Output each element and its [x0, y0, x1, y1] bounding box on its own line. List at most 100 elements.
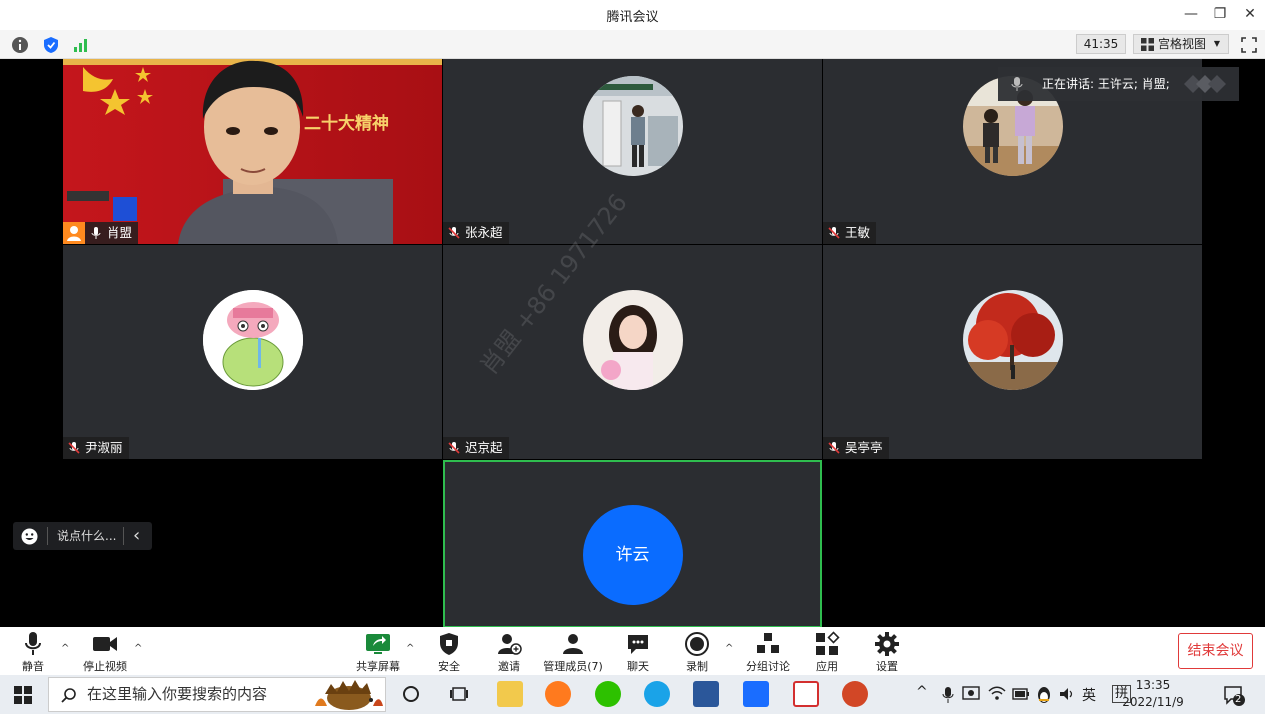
chevron-up-icon[interactable]: ^ — [916, 684, 928, 700]
apps-icon — [816, 631, 840, 655]
chevron-up-icon[interactable]: ^ — [134, 643, 142, 654]
participant-nameplate: 尹淑丽 — [63, 437, 129, 459]
view-mode-button[interactable]: 宫格视图 ▼ — [1133, 34, 1229, 54]
stop-video-label: 停止视频 — [83, 660, 127, 673]
network-signal-icon[interactable] — [72, 36, 90, 54]
info-icon[interactable] — [11, 36, 29, 54]
search-icon — [61, 688, 76, 703]
word-icon[interactable] — [693, 681, 719, 707]
minimize-button[interactable]: — — [1182, 5, 1200, 23]
video-grid: 二十大精神 肖盟 张永超 王敏 尹淑丽 迟京起 吴亭亭 许云 肖盟 +86 19… — [0, 59, 1265, 628]
breakout-rooms-label: 分组讨论 — [746, 660, 790, 673]
shield-icon[interactable] — [42, 36, 60, 54]
camera-icon — [93, 637, 117, 651]
chat-bubble-icon — [628, 635, 648, 654]
settings-label: 设置 — [876, 660, 898, 673]
participant-name: 迟京起 — [465, 440, 503, 455]
participant-tile[interactable]: 二十大精神 肖盟 — [63, 59, 442, 244]
powerpoint-icon[interactable] — [842, 681, 868, 707]
participant-name: 吴亭亭 — [845, 440, 883, 455]
participant-nameplate: 张永超 — [443, 222, 509, 244]
notification-icon[interactable] — [1223, 684, 1245, 706]
chat-app-icon[interactable] — [644, 681, 670, 707]
invite-button[interactable]: 邀请 — [494, 631, 524, 674]
participant-nameplate: 吴亭亭 — [823, 437, 889, 459]
chat-label: 聊天 — [627, 660, 649, 673]
participant-nameplate: 肖盟 — [63, 222, 139, 244]
mic-muted-icon — [828, 442, 840, 454]
chat-placeholder: 说点什么... — [57, 529, 117, 543]
clock-time: 13:35 — [1135, 678, 1171, 692]
stop-video-button[interactable]: 停止视频 — [82, 631, 128, 674]
wifi-icon[interactable] — [988, 686, 1006, 702]
file-explorer-icon[interactable] — [497, 681, 523, 707]
breakout-rooms-button[interactable]: 分组讨论 — [744, 631, 792, 674]
mute-label: 静音 — [22, 660, 44, 673]
add-user-icon — [498, 634, 522, 655]
microphone-icon[interactable] — [941, 686, 955, 704]
firefox-icon[interactable] — [545, 681, 571, 707]
participant-name: 尹淑丽 — [85, 440, 123, 455]
collapse-chevron-icon[interactable]: ‹ — [133, 522, 140, 550]
grid-icon — [1141, 38, 1154, 51]
share-screen-button[interactable]: 共享屏幕 — [354, 631, 402, 674]
mic-icon — [91, 227, 101, 239]
chat-button[interactable]: 聊天 — [623, 631, 653, 674]
participant-tile[interactable]: 张永超 — [443, 59, 822, 244]
close-button[interactable]: ✕ — [1241, 5, 1259, 23]
fullscreen-icon[interactable] — [1240, 36, 1258, 54]
meeting-toolbar: 静音 ^ 停止视频 ^ 共享屏幕 ^ 安全 邀请 管理成员(7) 聊天 录制 ^… — [0, 627, 1265, 675]
chat-input[interactable]: 说点什么... ‹ — [13, 522, 152, 550]
window-title: 腾讯会议 — [606, 10, 659, 25]
shield-icon — [440, 633, 458, 655]
os-taskbar: 在这里输入你要搜索的内容 ^ 英 拼 13:35 2022/11/9 2 — [0, 675, 1265, 714]
wechat-icon[interactable] — [595, 681, 621, 707]
ime-language[interactable]: 英 — [1082, 685, 1096, 705]
taskbar-search-input[interactable]: 在这里输入你要搜索的内容 — [48, 677, 386, 712]
security-button[interactable]: 安全 — [434, 631, 464, 674]
windows-start-icon[interactable] — [14, 686, 32, 704]
volume-icon[interactable] — [1059, 687, 1075, 701]
task-view-icon[interactable] — [449, 685, 469, 703]
mic-muted-icon — [68, 442, 80, 454]
participant-tile[interactable]: 吴亭亭 — [823, 245, 1202, 459]
emoji-icon[interactable] — [21, 528, 38, 545]
mic-muted-icon — [448, 227, 460, 239]
chevron-up-icon[interactable]: ^ — [61, 643, 69, 654]
record-button[interactable]: 录制 — [682, 631, 712, 674]
mic-muted-icon — [828, 227, 840, 239]
chevron-down-icon: ▼ — [1213, 39, 1220, 48]
meeting-status-bar: 41:35 宫格视图 ▼ — [0, 30, 1265, 59]
participant-tile[interactable]: 尹淑丽 — [63, 245, 442, 459]
settings-button[interactable]: 设置 — [872, 631, 902, 674]
mute-button[interactable]: 静音 — [18, 631, 48, 674]
avatar-initials: 许云 — [582, 505, 683, 605]
avatar — [202, 290, 303, 390]
system-clock[interactable]: 13:35 2022/11/9 — [1103, 677, 1203, 711]
participant-tile-self[interactable]: 许云 — [443, 460, 822, 628]
battery-icon[interactable] — [1012, 687, 1030, 701]
screen-capture-icon[interactable] — [962, 686, 980, 702]
chevron-up-icon[interactable]: ^ — [725, 643, 733, 654]
breakout-rooms-icon — [757, 633, 779, 653]
cortana-icon[interactable] — [402, 685, 420, 703]
apps-button[interactable]: 应用 — [812, 631, 842, 674]
members-icon — [563, 634, 583, 654]
tencent-meeting-icon[interactable] — [743, 681, 769, 707]
qq-penguin-icon[interactable] — [1036, 686, 1052, 704]
apps-label: 应用 — [816, 660, 838, 673]
divider — [123, 527, 124, 545]
manage-members-label: 管理成员(7) — [543, 660, 603, 673]
security-label: 安全 — [438, 660, 460, 673]
pdf-reader-icon[interactable] — [793, 681, 819, 707]
mic-icon — [1011, 77, 1023, 91]
divider — [47, 527, 48, 545]
share-screen-label: 共享屏幕 — [356, 660, 400, 673]
chevron-up-icon[interactable]: ^ — [406, 643, 414, 654]
manage-members-button[interactable]: 管理成员(7) — [542, 631, 604, 674]
participant-name: 王敏 — [845, 225, 871, 240]
participant-name: 肖盟 — [107, 225, 133, 240]
end-meeting-button[interactable]: 结束会议 — [1178, 633, 1253, 669]
restore-button[interactable]: ❐ — [1211, 5, 1229, 23]
share-screen-icon — [366, 634, 390, 654]
